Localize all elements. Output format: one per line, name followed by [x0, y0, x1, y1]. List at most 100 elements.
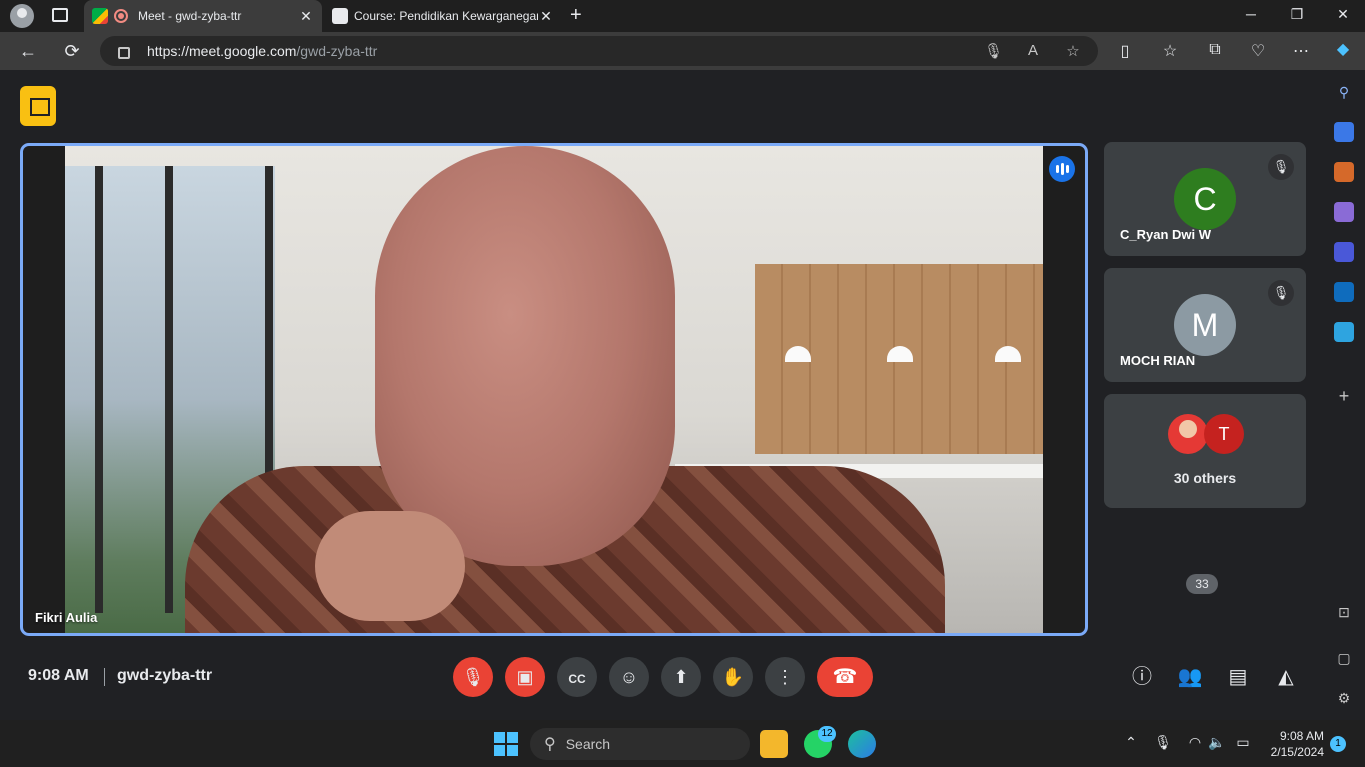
- notification-badge[interactable]: 1: [1330, 736, 1346, 752]
- add-app-icon[interactable]: +: [1334, 386, 1354, 406]
- meet-app: Fikri Aulia C C_Ryan Dwi W 🎙 M MOCH RIAN…: [4, 70, 1322, 716]
- browser-tab-strip: Meet - gwd-zyba-ttr ✕ Course: Pendidikan…: [0, 0, 1365, 32]
- camera-off-icon: ▣: [516, 667, 534, 687]
- microsoft365-icon[interactable]: [1334, 242, 1354, 262]
- hide-sidebar-icon[interactable]: ▢: [1334, 648, 1354, 668]
- more-menu-icon[interactable]: ⋯: [1291, 41, 1311, 61]
- camera-toggle-button[interactable]: ▣: [505, 657, 545, 697]
- meeting-details-button[interactable]: ⓘ: [1129, 664, 1155, 690]
- meeting-code: gwd-zyba-ttr: [117, 667, 213, 684]
- url-field[interactable]: https://meet.google.com/gwd-zyba-ttr 🎙 A…: [100, 36, 1098, 66]
- url-domain: https://meet.google.com: [147, 43, 297, 59]
- shopping-icon[interactable]: [1334, 122, 1354, 142]
- microphone-icon[interactable]: 🎙: [984, 42, 1003, 60]
- lock-icon[interactable]: [118, 47, 130, 59]
- window-frame: [95, 166, 103, 613]
- present-screen-icon: ⬆: [673, 667, 689, 687]
- taskbar-search[interactable]: ⚲ Search: [530, 728, 750, 760]
- people-count-badge: 33: [1186, 574, 1218, 594]
- chat-button[interactable]: ▤: [1225, 664, 1251, 690]
- leave-call-button[interactable]: ☎: [817, 657, 873, 697]
- meeting-time: 9:08 AM: [28, 667, 89, 684]
- mic-off-icon: 🎙: [1268, 154, 1294, 180]
- more-vert-icon: ⋮: [776, 667, 794, 687]
- chevron-up-icon[interactable]: ⌃: [1122, 734, 1140, 751]
- captions-icon: CC: [568, 672, 586, 686]
- windows-taskbar: ⚲ Search 12 ⌃ 🎙 ◠ 🔈 ▭ 9:08 AM 2/15/2024 …: [0, 720, 1365, 767]
- search-icon[interactable]: ⚲: [1334, 82, 1354, 102]
- drop-icon[interactable]: [1334, 322, 1354, 342]
- participant-tile[interactable]: M MOCH RIAN 🎙: [1104, 268, 1306, 382]
- avatar: M: [1174, 294, 1236, 356]
- recording-icon: [114, 9, 128, 23]
- meet-logo-icon: [92, 8, 108, 24]
- more-options-button[interactable]: ⋮: [765, 657, 805, 697]
- present-button[interactable]: ⬆: [661, 657, 701, 697]
- back-icon[interactable]: ←: [18, 41, 38, 61]
- tab-course[interactable]: Course: Pendidikan Kewarganegaraan ✕: [324, 0, 562, 32]
- avatar: [1168, 414, 1208, 454]
- edge-icon[interactable]: [848, 730, 876, 758]
- outlook-icon[interactable]: [1334, 282, 1354, 302]
- participant-tile[interactable]: C C_Ryan Dwi W 🎙: [1104, 142, 1306, 256]
- speaker-name: Fikri Aulia: [35, 610, 98, 625]
- tab-meet[interactable]: Meet - gwd-zyba-ttr ✕: [84, 0, 322, 32]
- main-video-tile[interactable]: Fikri Aulia: [20, 143, 1088, 636]
- browser-essentials-icon[interactable]: ♡: [1248, 41, 1268, 61]
- mic-off-icon: 🎙: [1268, 280, 1294, 306]
- close-tab-icon[interactable]: ✕: [298, 8, 314, 25]
- meeting-controls-bar: 9:08 AM gwd-zyba-ttr 🎙 ▣ CC ☺ ⬆ ✋ ⋮ ☎ ⓘ …: [4, 650, 1322, 716]
- search-icon: ⚲: [544, 736, 556, 753]
- info-icon: ⓘ: [1132, 666, 1152, 688]
- others-tile[interactable]: T 30 others: [1104, 394, 1306, 508]
- hand-icon: ✋: [721, 667, 745, 687]
- favorites-icon[interactable]: ☆: [1160, 41, 1180, 61]
- avatar: T: [1204, 414, 1244, 454]
- participant-head: [375, 146, 675, 566]
- settings-icon[interactable]: ⚙: [1334, 688, 1354, 708]
- volume-icon[interactable]: 🔈: [1208, 734, 1226, 751]
- split-screen-icon[interactable]: ▯: [1115, 41, 1135, 61]
- microphone-icon[interactable]: 🎙: [1154, 734, 1172, 751]
- tab-actions-icon[interactable]: [52, 8, 68, 22]
- battery-icon[interactable]: ▭: [1234, 734, 1252, 751]
- participant-name: C_Ryan Dwi W: [1120, 227, 1212, 242]
- wifi-icon[interactable]: ◠: [1186, 734, 1204, 751]
- tab-title: Meet - gwd-zyba-ttr: [138, 9, 242, 23]
- close-tab-icon[interactable]: ✕: [538, 8, 554, 25]
- favorite-star-icon[interactable]: ☆: [1064, 42, 1082, 60]
- url-path: /gwd-zyba-ttr: [296, 43, 378, 59]
- url-text[interactable]: https://meet.google.com/gwd-zyba-ttr: [147, 43, 377, 59]
- captions-button[interactable]: CC: [557, 657, 597, 697]
- minimize-icon[interactable]: ─: [1241, 6, 1261, 22]
- emoji-icon: ☺: [619, 667, 639, 687]
- mic-toggle-button[interactable]: 🎙: [453, 657, 493, 697]
- windows-start-icon[interactable]: [494, 732, 518, 756]
- moodle-icon: [332, 8, 348, 24]
- whatsapp-badge: 12: [818, 726, 836, 742]
- restore-icon[interactable]: ❐: [1287, 6, 1307, 23]
- activities-button[interactable]: ◭: [1273, 664, 1299, 690]
- taskbar-clock[interactable]: 9:08 AM 2/15/2024: [1262, 728, 1324, 760]
- refresh-icon[interactable]: ⟳: [62, 41, 82, 61]
- screenshot-icon[interactable]: ⊡: [1334, 602, 1354, 622]
- clock-time: 9:08 AM: [1279, 729, 1324, 743]
- file-explorer-icon[interactable]: [760, 730, 788, 758]
- collections-icon[interactable]: ⧉: [1205, 41, 1225, 59]
- tab-title: Course: Pendidikan Kewarganegaraan: [354, 9, 538, 23]
- read-aloud-icon[interactable]: A: [1024, 42, 1042, 59]
- others-count-label: 30 others: [1173, 470, 1237, 486]
- new-tab-icon[interactable]: +: [570, 4, 590, 27]
- people-button[interactable]: 👥: [1177, 664, 1203, 690]
- chat-icon: ▤: [1228, 666, 1248, 688]
- copilot-icon[interactable]: ◆: [1333, 39, 1353, 59]
- participant-hand: [315, 511, 465, 621]
- close-window-icon[interactable]: ✕: [1333, 6, 1353, 23]
- no-video-feed-badge[interactable]: [20, 86, 56, 126]
- speaking-indicator-icon: [1049, 156, 1075, 182]
- reactions-button[interactable]: ☺: [609, 657, 649, 697]
- games-icon[interactable]: [1334, 202, 1354, 222]
- tools-icon[interactable]: [1334, 162, 1354, 182]
- raise-hand-button[interactable]: ✋: [713, 657, 753, 697]
- profile-avatar[interactable]: [10, 4, 34, 28]
